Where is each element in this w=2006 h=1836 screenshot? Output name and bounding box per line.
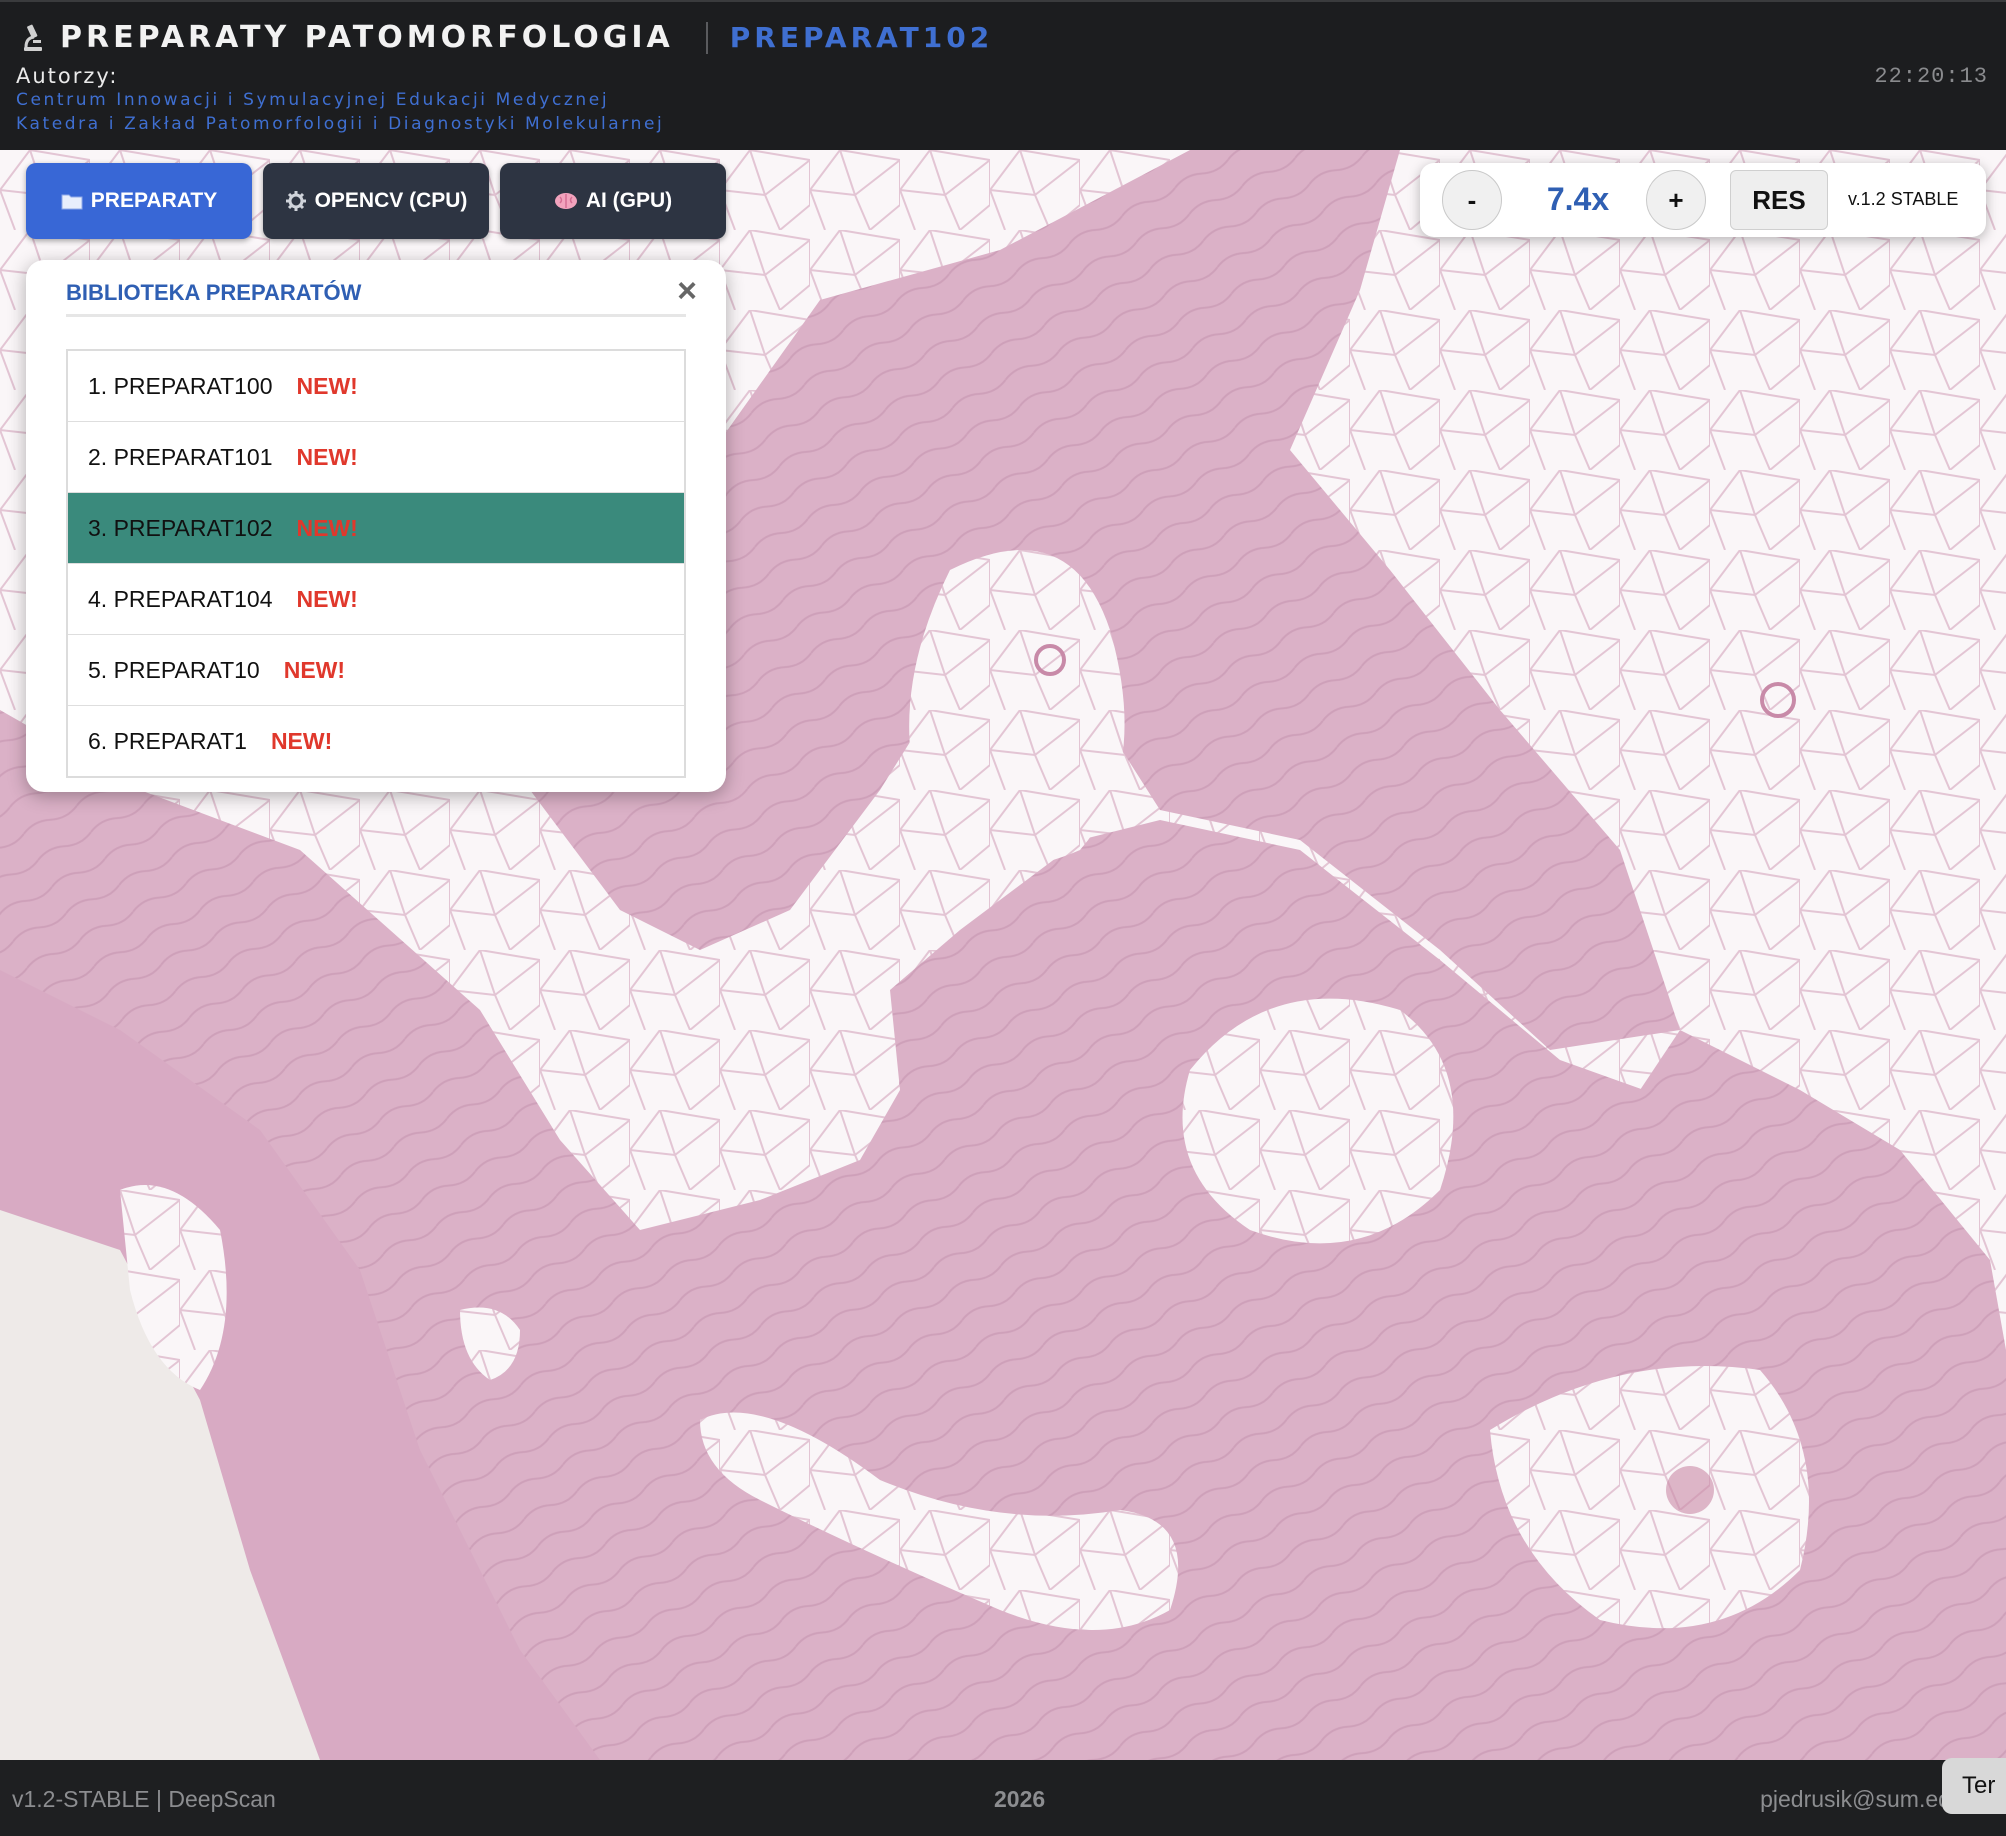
zoom-level: 7.4x	[1546, 181, 1610, 217]
app-footer: v1.2-STABLE | DeepScan 2026 pjedrusik@su…	[0, 1760, 2006, 1836]
preparaty-label: PREPARATY	[90, 189, 218, 212]
opencv-cpu-button[interactable]: OPENCV (CPU)	[263, 163, 489, 239]
title-row: PREPARATY PATOMORFOLOGIA PREPARAT102	[18, 20, 993, 55]
app-header: PREPARATY PATOMORFOLOGIA PREPARAT102 Aut…	[0, 0, 2006, 150]
author-line-2: Katedra i Zakład Patomorfologii i Diagno…	[16, 114, 665, 134]
authors-label: Autorzy:	[16, 64, 119, 88]
microscope-icon	[24, 24, 42, 51]
slide-item-label: 3. PREPARAT102	[88, 514, 273, 541]
opencv-cpu-label: OPENCV (CPU)	[314, 189, 468, 212]
footer-version: v1.2-STABLE | DeepScan	[12, 1786, 276, 1812]
slide-item-preparat100[interactable]: 1. PREPARAT100 NEW!	[68, 351, 684, 422]
slide-item-label: 6. PREPARAT1	[88, 727, 247, 754]
new-badge: NEW!	[270, 727, 333, 754]
slide-item-label: 5. PREPARAT10	[88, 656, 260, 683]
slide-item-preparat104[interactable]: 4. PREPARAT104 NEW!	[68, 564, 684, 635]
current-slide-name: PREPARAT102	[729, 21, 994, 54]
slide-item-label: 1. PREPARAT100	[88, 372, 273, 399]
ai-gpu-label: AI (GPU)	[585, 189, 673, 212]
slide-item-preparat10[interactable]: 5. PREPARAT10 NEW!	[68, 635, 684, 706]
slide-item-label: 2. PREPARAT101	[88, 443, 273, 470]
slide-item-preparat101[interactable]: 2. PREPARAT101 NEW!	[68, 422, 684, 493]
zoom-panel: - 7.4x + RES v.1.2 STABLE	[1420, 163, 1986, 237]
footer-year: 2026	[994, 1786, 1046, 1812]
slide-list: 1. PREPARAT100 NEW! 2. PREPARAT101 NEW! …	[66, 349, 686, 778]
library-divider	[66, 314, 686, 317]
version-label: v.1.2 STABLE	[1848, 189, 1959, 209]
new-badge: NEW!	[296, 585, 358, 612]
slide-item-preparat102[interactable]: 3. PREPARAT102 NEW!	[68, 493, 684, 564]
author-line-1: Centrum Innowacji i Symulacyjnej Edukacj…	[16, 90, 610, 110]
theme-button[interactable]: Ter	[1942, 1758, 2006, 1814]
slide-item-label: 4. PREPARAT104	[88, 585, 273, 612]
slide-library-panel: BIBLIOTEKA PREPARATÓW × 1. PREPARAT100 N…	[26, 260, 726, 792]
new-badge: NEW!	[296, 372, 358, 399]
brain-icon	[554, 193, 577, 209]
title-divider	[705, 21, 708, 54]
close-icon[interactable]: ×	[670, 274, 704, 308]
gear-icon	[285, 191, 306, 211]
reset-view-button[interactable]: RES	[1730, 170, 1828, 230]
zoom-out-button[interactable]: -	[1442, 170, 1502, 230]
new-badge: NEW!	[296, 443, 358, 470]
zoom-in-button[interactable]: +	[1646, 170, 1706, 230]
library-title: BIBLIOTEKA PREPARATÓW	[66, 280, 362, 305]
app-title: PREPARATY PATOMORFOLOGIA	[60, 20, 674, 55]
clock: 22:20:13	[1874, 64, 1988, 89]
slide-item-preparat1[interactable]: 6. PREPARAT1 NEW!	[68, 706, 684, 776]
preparaty-button[interactable]: PREPARATY	[26, 163, 252, 239]
folder-icon	[61, 194, 83, 210]
new-badge: NEW!	[296, 514, 358, 541]
ai-gpu-button[interactable]: AI (GPU)	[500, 163, 726, 239]
new-badge: NEW!	[283, 656, 346, 683]
